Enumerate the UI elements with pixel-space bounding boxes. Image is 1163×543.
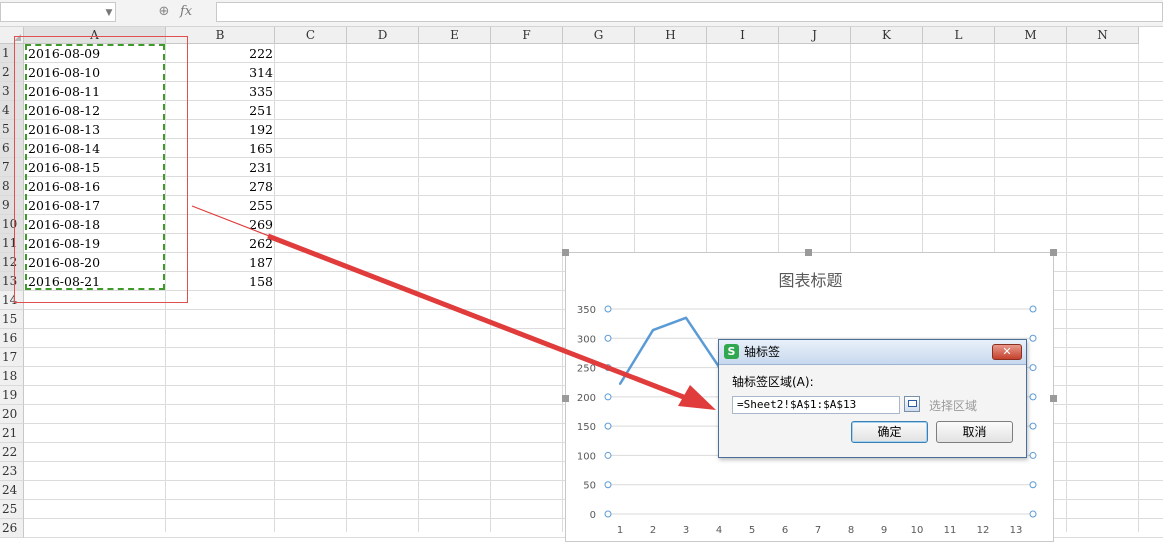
axis-handle-right — [1029, 305, 1037, 313]
ok-button[interactable]: 确定 — [851, 421, 928, 443]
copy-selection-marquee — [25, 44, 165, 290]
column-header-e[interactable]: E — [419, 27, 491, 44]
x-tick-label: 8 — [848, 525, 854, 536]
formula-input[interactable] — [216, 2, 1163, 22]
x-tick-label: 13 — [1010, 525, 1023, 536]
row-header-16[interactable]: 16 — [0, 329, 24, 348]
axis-handle-right — [1029, 510, 1037, 518]
x-tick-label: 3 — [683, 525, 689, 536]
row-header-15[interactable]: 15 — [0, 310, 24, 329]
column-gridline — [1066, 44, 1067, 532]
column-header-m[interactable]: M — [995, 27, 1067, 44]
column-header-i[interactable]: I — [707, 27, 779, 44]
series-point — [685, 316, 687, 319]
name-box[interactable]: ▼ — [0, 2, 116, 22]
axis-handle-right — [1029, 364, 1037, 372]
column-header-l[interactable]: L — [923, 27, 995, 44]
formula-bar: ▼ ⊕ fx — [0, 0, 1163, 27]
column-gridline — [346, 44, 347, 532]
zoom-icon[interactable]: ⊕ — [156, 4, 172, 20]
axis-handle-left — [604, 451, 612, 459]
row-header-22[interactable]: 22 — [0, 443, 24, 462]
axis-handle-left — [604, 393, 612, 401]
x-tick-label: 10 — [911, 525, 924, 536]
select-range-link[interactable]: 选择区域 — [929, 397, 977, 414]
x-tick-label: 5 — [749, 525, 755, 536]
column-gridline — [1138, 44, 1139, 532]
range-picker-icon[interactable] — [904, 396, 920, 412]
column-header-j[interactable]: J — [779, 27, 851, 44]
axis-handle-left — [604, 481, 612, 489]
y-tick-label: 0 — [590, 510, 596, 521]
column-gridline — [418, 44, 419, 532]
axis-handle-right — [1029, 451, 1037, 459]
app-logo-icon: S — [724, 344, 739, 359]
fx-icon[interactable]: fx — [180, 3, 200, 21]
y-tick-label: 300 — [577, 334, 596, 345]
column-header-d[interactable]: D — [347, 27, 419, 44]
row-header-19[interactable]: 19 — [0, 386, 24, 405]
axis-handle-left — [604, 510, 612, 518]
x-tick-label: 7 — [815, 525, 821, 536]
dialog-titlebar[interactable]: S 轴标签 ✕ — [719, 340, 1026, 365]
axis-handle-right — [1029, 481, 1037, 489]
row-header-17[interactable]: 17 — [0, 348, 24, 367]
axis-handle-left — [604, 305, 612, 313]
x-tick-label: 2 — [650, 525, 656, 536]
series-point — [652, 329, 654, 332]
x-tick-label: 12 — [977, 525, 990, 536]
x-tick-label: 4 — [716, 525, 722, 536]
axis-handle-right — [1029, 334, 1037, 342]
column-header-h[interactable]: H — [635, 27, 707, 44]
row-header-20[interactable]: 20 — [0, 405, 24, 424]
chevron-down-icon[interactable]: ▼ — [103, 6, 115, 20]
row-header-18[interactable]: 18 — [0, 367, 24, 386]
y-tick-label: 250 — [577, 364, 596, 375]
x-tick-label: 6 — [782, 525, 788, 536]
column-gridline — [274, 44, 275, 532]
row-header-23[interactable]: 23 — [0, 462, 24, 481]
cancel-button[interactable]: 取消 — [936, 421, 1013, 443]
series-point — [619, 382, 621, 385]
range-label: 轴标签区域(A): — [732, 375, 814, 389]
row-header-24[interactable]: 24 — [0, 481, 24, 500]
y-tick-label: 50 — [583, 481, 596, 492]
row-header-26[interactable]: 26 — [0, 519, 24, 538]
axis-handle-right — [1029, 422, 1037, 430]
x-tick-label: 1 — [617, 525, 623, 536]
column-header-f[interactable]: F — [491, 27, 563, 44]
axis-handle-left — [604, 364, 612, 372]
y-tick-label: 200 — [577, 393, 596, 404]
x-tick-label: 11 — [944, 525, 957, 536]
row-header-21[interactable]: 21 — [0, 424, 24, 443]
column-header-n[interactable]: N — [1067, 27, 1139, 44]
column-header-c[interactable]: C — [275, 27, 347, 44]
axis-handle-right — [1029, 393, 1037, 401]
axis-label-dialog[interactable]: S 轴标签 ✕ 轴标签区域(A): =Sheet2!$A$1:$A$13 选择区… — [718, 339, 1027, 458]
y-tick-label: 350 — [577, 305, 596, 316]
dialog-title: 轴标签 — [744, 345, 781, 359]
column-header-g[interactable]: G — [563, 27, 635, 44]
row-header-25[interactable]: 25 — [0, 500, 24, 519]
close-button[interactable]: ✕ — [992, 344, 1022, 360]
axis-label-range-input[interactable]: =Sheet2!$A$1:$A$13 — [732, 396, 900, 414]
column-gridline — [490, 44, 491, 532]
axis-handle-left — [604, 334, 612, 342]
axis-handle-left — [604, 422, 612, 430]
y-tick-label: 150 — [577, 422, 596, 433]
column-gridline — [562, 44, 563, 532]
column-header-k[interactable]: K — [851, 27, 923, 44]
y-tick-label: 100 — [577, 451, 596, 462]
x-tick-label: 9 — [881, 525, 887, 536]
